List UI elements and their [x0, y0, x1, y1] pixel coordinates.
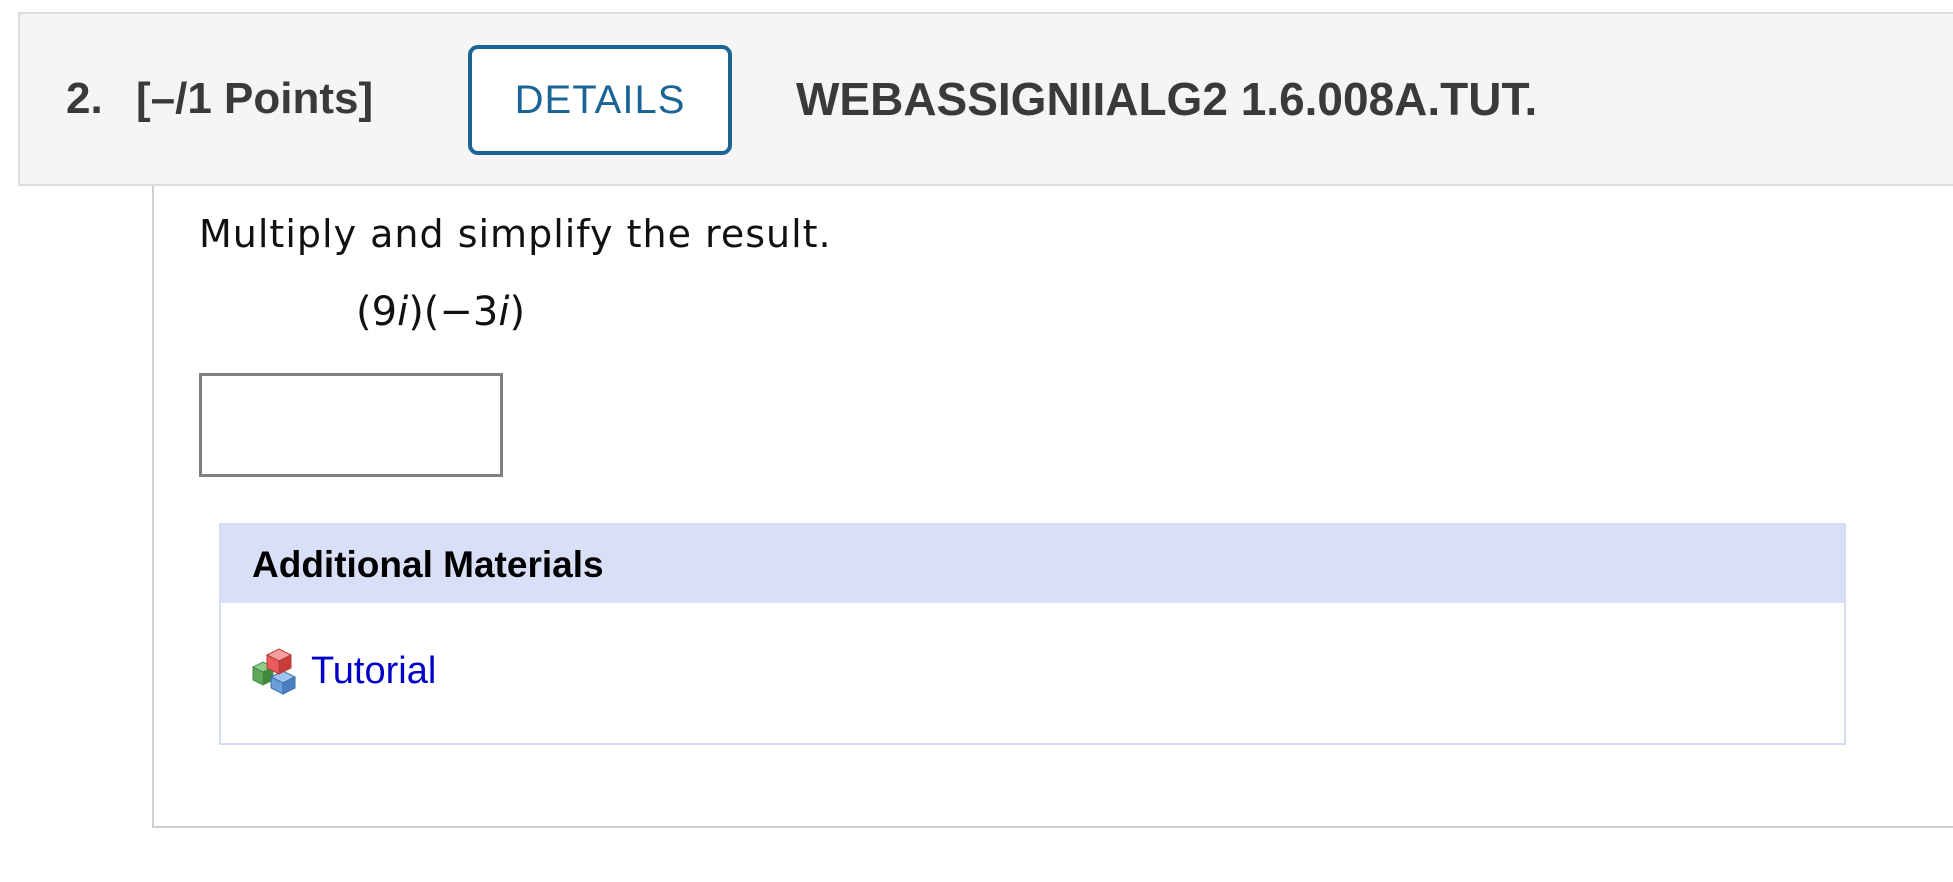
expression-variable: i: [498, 289, 510, 335]
details-button[interactable]: DETAILS: [468, 45, 732, 155]
tutorial-link[interactable]: Tutorial: [251, 647, 436, 695]
expression-part: )(−3: [408, 289, 499, 335]
answer-input[interactable]: [199, 373, 503, 477]
tutorial-label: Tutorial: [311, 649, 437, 692]
additional-materials-heading: Additional Materials: [221, 525, 1844, 603]
additional-materials-panel: Additional Materials Tutorial: [219, 523, 1846, 745]
cubes-icon: [251, 648, 297, 695]
question-page: 2. [–/1 Points] DETAILS WEBASSIGNIIALG2 …: [0, 0, 1953, 882]
question-code: WEBASSIGNIIALG2 1.6.008A.TUT.: [796, 73, 1538, 125]
question-points: [–/1 Points]: [136, 74, 374, 123]
math-expression: (9i)(−3i): [356, 289, 525, 335]
expression-variable: i: [397, 289, 409, 335]
question-header: 2. [–/1 Points] DETAILS WEBASSIGNIIALG2 …: [18, 12, 1953, 186]
question-number: 2.: [66, 74, 103, 123]
expression-part: ): [509, 289, 526, 335]
question-prompt: Multiply and simplify the result.: [199, 212, 832, 256]
question-body: Multiply and simplify the result. (9i)(−…: [152, 186, 1953, 828]
expression-part: (9: [356, 289, 398, 335]
